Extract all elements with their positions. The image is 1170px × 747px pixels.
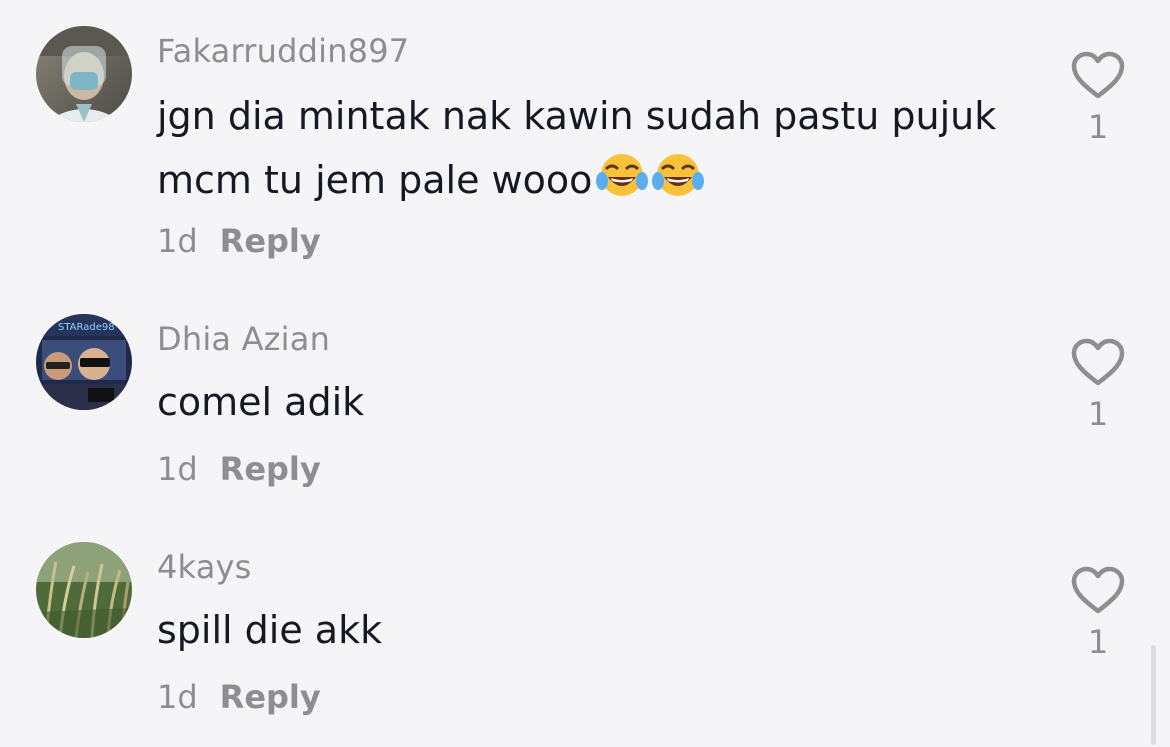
comment-text-line: mcm tu jem pale wooo bbox=[157, 148, 996, 212]
like-count: 1 bbox=[1087, 623, 1109, 661]
like-control: 1 bbox=[1068, 565, 1128, 661]
avatar[interactable] bbox=[36, 542, 132, 638]
comment-time: 1d bbox=[157, 678, 198, 716]
avatar-image bbox=[36, 26, 132, 122]
avatar-image: STARade98 bbox=[36, 314, 132, 410]
avatar-text: STARade98 bbox=[58, 322, 115, 333]
reply-button[interactable]: Reply bbox=[220, 678, 321, 716]
like-count: 1 bbox=[1087, 395, 1109, 433]
scrollbar[interactable] bbox=[1151, 645, 1156, 745]
like-count: 1 bbox=[1087, 108, 1109, 146]
heart-icon[interactable] bbox=[1070, 337, 1126, 389]
comment-time: 1d bbox=[157, 450, 198, 488]
comment-username[interactable]: Fakarruddin897 bbox=[157, 32, 409, 70]
comment-text: comel adik bbox=[157, 380, 365, 424]
comment-meta: 1d Reply bbox=[157, 222, 321, 260]
face-with-tears-of-joy-icon bbox=[652, 154, 705, 196]
comment-meta: 1d Reply bbox=[157, 678, 321, 716]
comment-meta: 1d Reply bbox=[157, 450, 321, 488]
comment-username[interactable]: Dhia Azian bbox=[157, 320, 330, 358]
comment-text-line: jgn dia mintak nak kawin sudah pastu puj… bbox=[157, 94, 997, 138]
comment-text: spill die akk bbox=[157, 608, 383, 652]
comment-text: jgn dia mintak nak kawin sudah pastu puj… bbox=[157, 84, 996, 212]
comment-username[interactable]: 4kays bbox=[157, 548, 252, 586]
like-control: 1 bbox=[1068, 337, 1128, 433]
face-with-tears-of-joy-icon bbox=[596, 154, 649, 196]
heart-icon[interactable] bbox=[1070, 50, 1126, 102]
comment-time: 1d bbox=[157, 222, 198, 260]
avatar-image bbox=[36, 542, 132, 638]
like-control: 1 bbox=[1068, 50, 1128, 146]
reply-button[interactable]: Reply bbox=[220, 222, 321, 260]
avatar[interactable] bbox=[36, 26, 132, 122]
reply-button[interactable]: Reply bbox=[220, 450, 321, 488]
comment-text-segment: mcm tu jem pale wooo bbox=[157, 158, 593, 202]
heart-icon[interactable] bbox=[1070, 565, 1126, 617]
avatar[interactable]: STARade98 bbox=[36, 314, 132, 410]
